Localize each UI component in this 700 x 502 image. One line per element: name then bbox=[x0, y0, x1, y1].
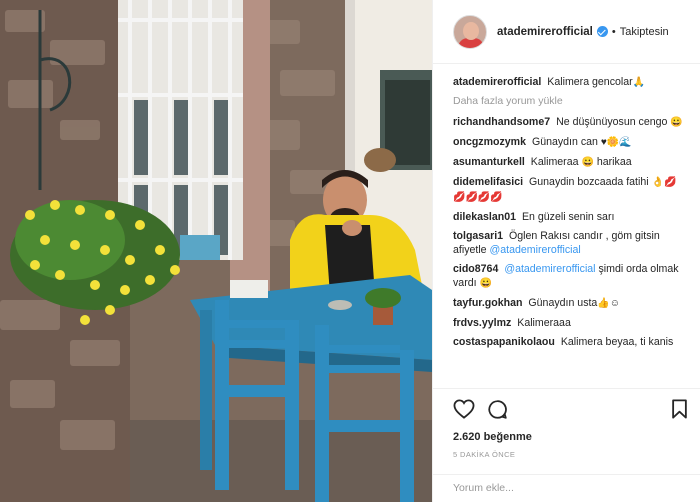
verified-badge-icon bbox=[596, 26, 608, 37]
post-timestamp[interactable]: 5 DAKİKA ÖNCE bbox=[453, 450, 688, 459]
like-count[interactable]: 2.620 beğenme bbox=[453, 431, 688, 443]
header-username[interactable]: atademirerofficial bbox=[497, 26, 593, 38]
comment-text: Ne düşünüyosun cengo bbox=[556, 116, 668, 128]
post-actions: 2.620 beğenme 5 DAKİKA ÖNCE bbox=[433, 388, 700, 474]
comment-text: En güzeli senin sarı bbox=[521, 211, 615, 223]
comment-username[interactable]: tolgasari1 bbox=[453, 230, 503, 242]
avatar[interactable] bbox=[453, 14, 487, 49]
comment-emoji: 😀 bbox=[670, 117, 683, 128]
comment-text: Gunaydin bozcaada fatihi bbox=[529, 176, 649, 188]
comment-text: Kalimera beyaa, ti kanis bbox=[560, 336, 674, 348]
comment-emoji: 😀 bbox=[581, 157, 594, 168]
comment-username[interactable]: richandhandsome7 bbox=[453, 116, 550, 128]
post-side-panel: atademirerofficial • Takiptesin atademir… bbox=[432, 0, 700, 502]
comment-username[interactable]: didemelifasici bbox=[453, 176, 523, 188]
comment-icon[interactable] bbox=[487, 399, 508, 425]
comment-item: oncgzmozymk Günaydın can ♥🌼🌊 bbox=[453, 135, 688, 150]
comment-text: Kalimeraaa bbox=[517, 317, 571, 329]
comment-username[interactable]: dilekaslan01 bbox=[453, 211, 516, 223]
comment-username[interactable]: costaspapanikolaou bbox=[453, 336, 555, 348]
comment-text: Kalimeraa bbox=[530, 156, 579, 168]
comment-item: tolgasari1 Öglen Rakısı candır , göm git… bbox=[453, 229, 688, 257]
caption-text: Kalimera gencolar bbox=[547, 76, 633, 88]
comment-item: frdvs.yylmz Kalimeraaa bbox=[453, 316, 688, 330]
comment-username[interactable]: cido8764 bbox=[453, 263, 498, 275]
heart-icon[interactable] bbox=[453, 399, 475, 424]
comment-username[interactable]: frdvs.yylmz bbox=[453, 317, 511, 329]
comment-emoji: 😀 bbox=[479, 278, 492, 289]
comment-username[interactable]: oncgzmozymk bbox=[453, 136, 526, 148]
comment-text-2: harikaa bbox=[596, 156, 632, 168]
comment-list: atademirerofficial Kalimera gencolar🙏 Da… bbox=[433, 65, 700, 385]
comment-item: dilekaslan01 En güzeli senin sarı bbox=[453, 210, 688, 224]
add-comment-bar bbox=[433, 474, 700, 502]
comment-username[interactable]: asumanturkell bbox=[453, 156, 525, 168]
comment-item: richandhandsome7 Ne düşünüyosun cengo 😀 bbox=[453, 115, 688, 130]
comment-item: tayfur.gokhan Günaydın usta👍☺ bbox=[453, 296, 688, 311]
action-icons bbox=[453, 399, 688, 421]
comment-input[interactable] bbox=[453, 482, 673, 494]
comment-text: Günaydın usta bbox=[528, 297, 598, 309]
caption-emoji: 🙏 bbox=[632, 77, 646, 88]
comment-item: costaspapanikolaou Kalimera beyaa, ti ka… bbox=[453, 335, 688, 349]
load-more-comments-link[interactable]: Daha fazla yorum yükle bbox=[453, 95, 688, 107]
comment-text: Günaydın can bbox=[531, 136, 598, 148]
comment-mention-link[interactable]: @atademirerofficial bbox=[504, 263, 595, 275]
post-header: atademirerofficial • Takiptesin bbox=[433, 0, 700, 64]
caption-username[interactable]: atademirerofficial bbox=[453, 76, 541, 88]
bookmark-icon[interactable] bbox=[671, 399, 688, 424]
comment-emoji: ♥🌼🌊 bbox=[600, 137, 632, 148]
comment-item: asumanturkell Kalimeraa 😀 harikaa bbox=[453, 155, 688, 170]
post-photo-image bbox=[0, 0, 432, 502]
comment-mention-link[interactable]: @atademirerofficial bbox=[490, 244, 581, 256]
post-photo[interactable] bbox=[0, 0, 432, 502]
caption: atademirerofficial Kalimera gencolar🙏 bbox=[453, 75, 688, 90]
comment-item: cido8764 @atademirerofficial şimdi orda … bbox=[453, 262, 688, 291]
follow-status-button[interactable]: Takiptesin bbox=[620, 26, 669, 38]
comment-emoji: 👍☺ bbox=[597, 298, 620, 309]
header-separator: • bbox=[611, 25, 616, 38]
comment-username[interactable]: tayfur.gokhan bbox=[453, 297, 522, 309]
comment-item: didemelifasici Gunaydin bozcaada fatihi … bbox=[453, 175, 688, 205]
